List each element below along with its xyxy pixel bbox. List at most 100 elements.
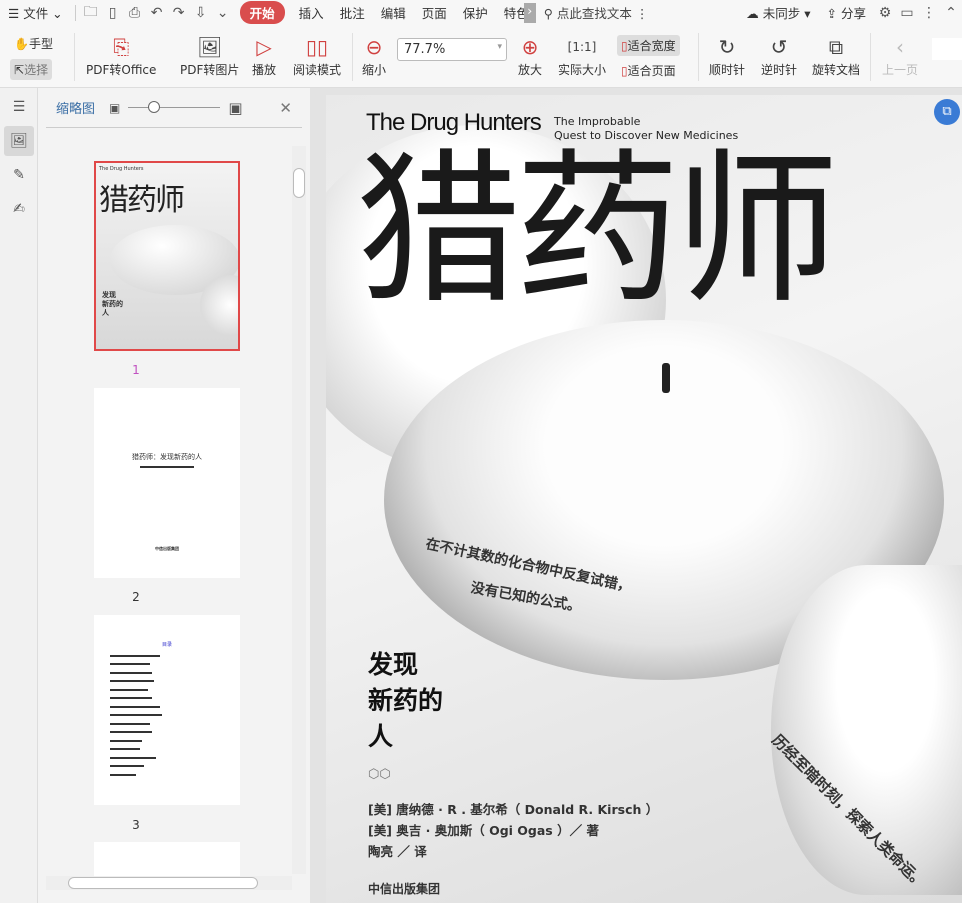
thumbnail-panel: 缩略图 ▣ ▣ ✕ The Drug Hunters 猎药师 发现 新药的人 1 …: [38, 88, 310, 903]
fit-width-button[interactable]: ▯ 适合宽度: [617, 35, 680, 56]
play-label: 播放: [252, 63, 277, 77]
sync-button[interactable]: ☁ 未同步 ▾: [738, 3, 818, 22]
more-chevron-icon[interactable]: ⌄: [212, 5, 234, 21]
export-icon[interactable]: ⇩: [190, 5, 212, 21]
rotate-doc-label: 旋转文档: [812, 63, 861, 77]
zoom-out-label: 缩小: [362, 63, 387, 77]
tab-edit[interactable]: 编辑: [373, 3, 414, 22]
hiker-figure: [662, 363, 670, 393]
play-icon: ▷: [256, 35, 272, 59]
toolbar: ✋ 手型 ⇱ 选择 ⎘ PDF转Office 🖼 PDF转图片 ▷ 播放 ▯▯ 阅读模式 ⊖…: [0, 25, 962, 88]
cover-author-1: [美] 唐纳德 · R . 基尔希（ Donald R. Kirsch ）: [368, 802, 659, 817]
fit-width-label: 适合宽度: [627, 39, 676, 53]
thumbnail-size-slider[interactable]: [128, 101, 221, 113]
search-box[interactable]: ⚲ 点此查找文本 ⋮: [536, 3, 657, 22]
play-button[interactable]: ▷ 播放: [252, 33, 276, 78]
more-icon[interactable]: ⋮: [918, 5, 940, 21]
divider: [698, 33, 699, 81]
cover-cn-title: 猎药师: [356, 134, 839, 326]
float-tool-icon[interactable]: ⧉: [934, 99, 960, 125]
divider: [870, 33, 871, 81]
rotate-document-button[interactable]: ⧉ 旋转文档: [812, 33, 860, 78]
pdf-to-office-button[interactable]: ⎘ PDF转Office: [86, 33, 156, 78]
zoom-out-icon: ⊖: [365, 35, 383, 59]
cover-authors: [美] 唐纳德 · R . 基尔希（ Donald R. Kirsch ） [美]…: [368, 799, 658, 862]
vertical-scrollbar[interactable]: [292, 146, 306, 874]
prev-page-button[interactable]: ‹ 上一页: [882, 33, 918, 78]
feedback-icon[interactable]: ▭: [896, 5, 918, 21]
thumb-subtitle-2: 新药的: [102, 300, 123, 308]
cover-translator: 陶亮 ／ 译: [368, 844, 427, 859]
pdf-image-label: PDF转图片: [180, 63, 240, 77]
tab-page[interactable]: 页面: [414, 3, 455, 22]
thumb-cn-title: 猎药师: [99, 183, 185, 218]
zoom-in-label: 放大: [518, 63, 543, 77]
rotate-doc-icon: ⧉: [828, 35, 844, 59]
divider: [74, 4, 76, 21]
small-image-icon: ▣: [109, 100, 121, 115]
cover-subtitle: 发现 新药的人: [368, 647, 443, 755]
tab-insert[interactable]: 插入: [291, 3, 332, 22]
page-number-input[interactable]: [932, 38, 962, 60]
horizontal-scrollbar[interactable]: [46, 876, 292, 890]
close-icon[interactable]: ✕: [279, 99, 292, 117]
tab-special[interactable]: 特色: [496, 3, 524, 22]
thumb2-author-line: [140, 466, 194, 468]
left-sidebar: ☰ 🖼 ✎ ✍: [0, 88, 38, 903]
thumbnail-page-1[interactable]: The Drug Hunters 猎药师 发现 新药的人: [94, 161, 240, 351]
cover-subtitle-2: 新药的: [368, 686, 444, 715]
tab-start[interactable]: 开始: [239, 1, 285, 24]
thumbnail-page-4[interactable]: [94, 842, 240, 876]
print-icon[interactable]: ⎙: [124, 5, 146, 21]
sync-label: 未同步: [762, 6, 801, 21]
pdf-to-image-button[interactable]: 🖼 PDF转图片: [180, 33, 239, 78]
tab-comment[interactable]: 批注: [332, 3, 373, 22]
tabs-scroll-right[interactable]: ›: [523, 2, 536, 23]
thumb2-footer: 中信出版集团: [155, 546, 179, 551]
hand-tool-button[interactable]: ✋ 手型: [14, 35, 53, 52]
actual-size-button[interactable]: [1:1] 实际大小: [558, 33, 606, 78]
pdf-office-label: PDF转Office: [86, 63, 157, 77]
save-icon[interactable]: ▯: [102, 5, 124, 21]
thumbnail-page-2[interactable]: 猎药师：发现新药的人 中信出版集团: [94, 388, 240, 578]
tab-protect[interactable]: 保护: [455, 3, 496, 22]
rotate-ccw-label: 逆时针: [761, 63, 798, 77]
share-button[interactable]: ⇪ 分享: [819, 3, 874, 22]
thumb-subtitle-3: 人: [102, 309, 109, 317]
zoom-value: 77.7%: [404, 42, 446, 57]
zoom-in-button[interactable]: ⊕ 放大: [518, 33, 542, 78]
thumb-subtitle: 发现 新药的人: [102, 291, 123, 318]
settings-icon[interactable]: ⚙: [874, 5, 896, 21]
thumbnail-icon[interactable]: 🖼: [4, 126, 34, 156]
divider: [352, 33, 353, 81]
book-icon: ▯▯: [306, 35, 329, 59]
read-mode-button[interactable]: ▯▯ 阅读模式: [293, 33, 341, 78]
open-icon[interactable]: 🗀: [80, 1, 102, 25]
zoom-in-icon: ⊕: [521, 35, 539, 59]
rotate-clockwise-button[interactable]: ↻ 顺时针: [709, 33, 745, 78]
undo-icon[interactable]: ↶: [146, 5, 168, 21]
redo-icon[interactable]: ↷: [168, 5, 190, 21]
collapse-icon[interactable]: ⌃: [940, 5, 962, 21]
rotate-counterclockwise-button[interactable]: ↺ 逆时针: [761, 33, 797, 78]
select-label: 选择: [24, 63, 49, 77]
fit-page-button[interactable]: ▯ 适合页面: [621, 62, 676, 79]
slider-handle[interactable]: [148, 101, 161, 113]
signature-icon[interactable]: ✍: [4, 194, 34, 224]
scroll-thumb[interactable]: [68, 877, 258, 889]
fit-page-label: 适合页面: [627, 64, 676, 78]
search-label: 点此查找文本: [556, 6, 632, 21]
zoom-select[interactable]: 77.7% ▾: [397, 38, 507, 61]
large-image-icon: ▣: [228, 98, 243, 117]
scroll-thumb[interactable]: [293, 168, 305, 198]
image-icon: 🖼: [197, 35, 223, 59]
cover-subtitle-1: 发现: [368, 650, 419, 679]
annotation-icon[interactable]: ✎: [4, 160, 34, 190]
select-tool-button[interactable]: ⇱ 选择: [10, 59, 53, 80]
thumbnail-page-3[interactable]: 目录: [94, 615, 240, 805]
file-menu[interactable]: ☰ 文件 ⌄: [0, 3, 71, 22]
zoom-out-button[interactable]: ⊖ 缩小: [362, 33, 386, 78]
bookmark-icon[interactable]: ☰: [4, 92, 34, 122]
prev-page-label: 上一页: [882, 63, 919, 77]
thumbnail-panel-title: 缩略图: [56, 102, 96, 117]
